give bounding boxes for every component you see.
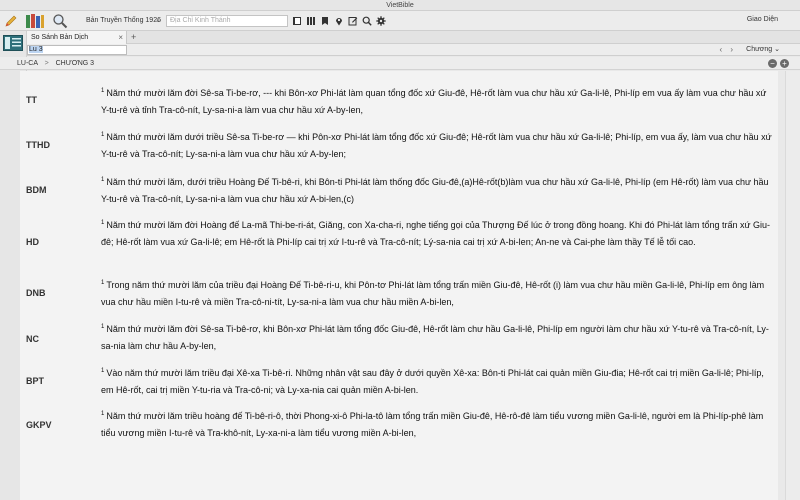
reference-bar: Lu 3 ‹ › Chương ⌄ bbox=[27, 44, 800, 56]
breadcrumb: LU-CA > CHƯƠNG 3 − + bbox=[0, 57, 800, 70]
chapter-select-label: Chương bbox=[746, 46, 773, 53]
verse-text-block: 1 Năm thứ mười lăm triều hoàng đế Ti-bê-r… bbox=[101, 408, 773, 441]
verse-number: 1 bbox=[101, 324, 105, 330]
version-abbr: DNB bbox=[26, 288, 46, 298]
verse-number: 1 bbox=[101, 177, 105, 183]
sidebar-toggle-icon[interactable] bbox=[3, 35, 23, 54]
zoom-in-icon[interactable]: + bbox=[780, 59, 789, 68]
version-abbr: NC bbox=[26, 334, 39, 344]
main-toolbar: Bản Truyền Thống 1926 ⌄ Địa Chỉ Kinh Thá… bbox=[0, 11, 800, 31]
pencil-icon[interactable] bbox=[4, 13, 18, 29]
version-abbr: HD bbox=[26, 237, 39, 247]
verse-text-block: 1 Năm thứ mười lăm đời Sê-sa Ti-be-rơ, --… bbox=[101, 85, 773, 118]
verse-text: Năm thứ mười lăm đời Sê-sa Ti-bê-rơ, khi… bbox=[101, 324, 769, 351]
version-select[interactable]: Bản Truyền Thống 1926 ⌄ bbox=[84, 15, 162, 27]
chevron-down-icon: ⌄ bbox=[155, 17, 161, 24]
chapter-nav-arrows[interactable]: ‹ › bbox=[719, 44, 736, 56]
verse-text: Trong năm thứ mười lăm của triều đại Hoà… bbox=[101, 280, 765, 307]
verse-text: Năm thứ mười lăm đời Sê-sa Ti-be-rơ, ---… bbox=[101, 88, 767, 115]
vertical-scrollbar[interactable] bbox=[785, 71, 800, 500]
verse-number: 1 bbox=[101, 132, 105, 138]
verse-text-block: 1 Năm thứ mười lăm dưới triều Sê-sa Ti-be… bbox=[101, 129, 773, 162]
reference-input[interactable]: Lu 3 bbox=[27, 45, 127, 55]
books-icon[interactable] bbox=[25, 13, 45, 29]
tab-label: So Sánh Bản Dịch bbox=[31, 34, 89, 41]
version-abbr: BDM bbox=[26, 185, 47, 195]
verse-number: 1 bbox=[101, 411, 105, 417]
library-icon[interactable] bbox=[306, 16, 316, 26]
theme-button[interactable]: Giao Diện bbox=[747, 16, 778, 23]
verse-number: 1 bbox=[101, 368, 105, 374]
verse-text-block: 1 Trong năm thứ mười lăm của triều đại Ho… bbox=[101, 277, 773, 310]
book-icon[interactable] bbox=[292, 16, 302, 26]
window-titlebar: VietBible bbox=[0, 0, 800, 11]
bookmark-icon[interactable] bbox=[320, 16, 330, 26]
version-abbr: GKPV bbox=[26, 420, 52, 430]
verse-comparison-panel: TT 1 Năm thứ mười lăm đời Sê-sa Ti-be-rơ,… bbox=[20, 71, 778, 500]
magnifier-icon[interactable] bbox=[52, 13, 68, 29]
breadcrumb-book[interactable]: LU-CA bbox=[17, 60, 38, 67]
add-tab-icon[interactable]: + bbox=[131, 31, 136, 44]
version-abbr: TT bbox=[26, 95, 37, 105]
verse-text-block: 1 Năm thứ mười lăm, dưới triều Hoàng Đế T… bbox=[101, 174, 773, 207]
version-abbr: BPT bbox=[26, 376, 44, 386]
verse-text-block: 1 Vào năm thứ mười lăm triều đại Xê-xa Ti… bbox=[101, 365, 773, 398]
verse-text: Năm thứ mười lăm, dưới triều Hoàng Đế Ti… bbox=[101, 177, 769, 204]
chapter-select[interactable]: Chương ⌄ bbox=[746, 44, 780, 56]
verse-number: 1 bbox=[101, 220, 105, 226]
location-pin-icon[interactable] bbox=[334, 16, 344, 26]
version-select-value: Bản Truyền Thống 1926 bbox=[86, 17, 161, 24]
zoom-out-icon[interactable]: − bbox=[768, 59, 777, 68]
verse-text-block: 1 Năm thứ mười lăm đời Sê-sa Ti-bê-rơ, kh… bbox=[101, 321, 773, 354]
version-abbr: TTHD bbox=[26, 140, 50, 150]
breadcrumb-chapter[interactable]: CHƯƠNG 3 bbox=[56, 60, 94, 67]
tab-bar: So Sánh Bản Dịch × + bbox=[27, 31, 800, 44]
tab-compare-versions[interactable]: So Sánh Bản Dịch × bbox=[27, 31, 127, 44]
verse-text: Năm thứ mười lăm dưới triều Sê-sa Ti-be-… bbox=[101, 132, 772, 159]
verse-number: 1 bbox=[101, 280, 105, 286]
verse-text: Vào năm thứ mười lăm triều đại Xê-xa Ti-… bbox=[101, 368, 764, 395]
address-search-placeholder: Địa Chỉ Kinh Thánh bbox=[170, 17, 231, 24]
close-icon[interactable]: × bbox=[118, 31, 123, 44]
verse-text-block: 1 Năm thứ mười lăm đời Hoàng đế La-mã Thi… bbox=[101, 217, 773, 250]
gear-icon[interactable] bbox=[376, 16, 386, 26]
app-title: VietBible bbox=[386, 2, 414, 9]
verse-number: 1 bbox=[101, 88, 105, 94]
reference-input-value: Lu 3 bbox=[29, 46, 43, 53]
search-icon[interactable] bbox=[362, 16, 372, 26]
address-search-input[interactable]: Địa Chỉ Kinh Thánh bbox=[166, 15, 288, 27]
breadcrumb-separator: > bbox=[44, 60, 49, 67]
verse-text: Năm thứ mười lăm đời Hoàng đế La-mã Thi-… bbox=[101, 220, 771, 247]
edit-note-icon[interactable] bbox=[348, 16, 358, 26]
verse-text: Năm thứ mười lăm triều hoàng đế Ti-bê-ri… bbox=[101, 411, 764, 438]
